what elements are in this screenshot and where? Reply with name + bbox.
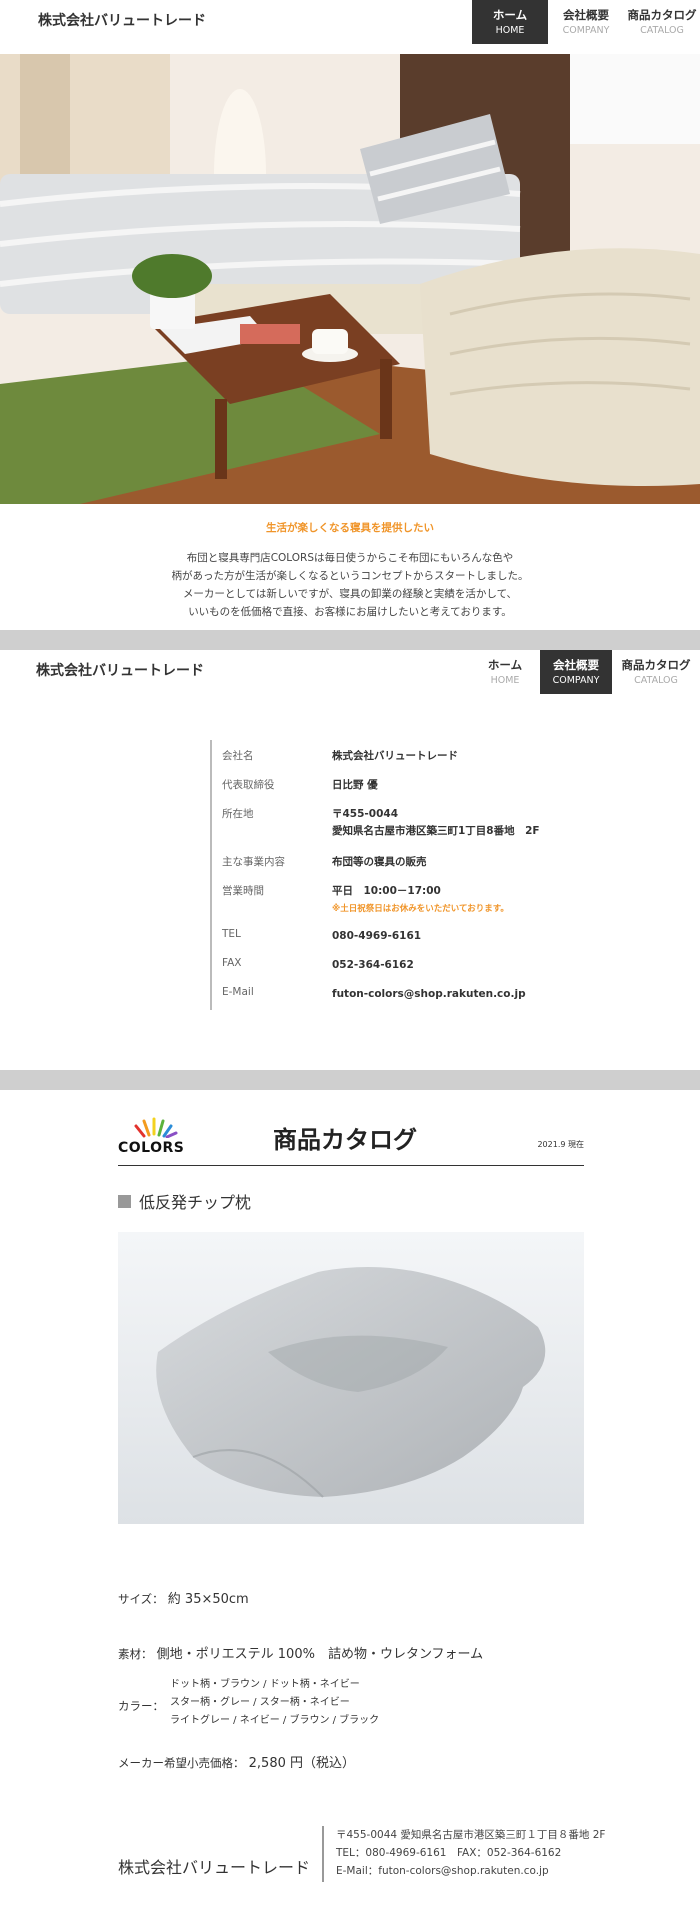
- row-key: 所在地: [222, 808, 254, 820]
- intro-line: 柄があった方が生活が楽しくなるというコンセプトからスタートしました。: [171, 570, 529, 582]
- nav-catalog[interactable]: 商品カタログ CATALOG: [612, 650, 700, 694]
- row-key: E-Mail: [222, 986, 254, 998]
- company-info-table: 会社名 株式会社バリュートレード 代表取締役 日比野 優 所在地 〒455-00…: [210, 740, 540, 1010]
- product-title: 低反発チップ枕: [118, 1189, 251, 1213]
- material-label: 素材：: [118, 1647, 153, 1661]
- bedroom-illustration: [0, 54, 700, 504]
- row-value: 株式会社バリュートレード: [332, 750, 458, 762]
- color-option: スター柄・グレー / スター柄・ネイビー: [170, 1697, 350, 1708]
- price-spec: メーカー希望小売価格： 2,580 円（税込）: [118, 1752, 355, 1771]
- intro-text: 布団と寝具専門店COLORSは毎日使うからこそ布団にもいろんな色や 柄があった方…: [0, 549, 700, 621]
- row-value: 日比野 優: [332, 779, 378, 791]
- nav-home[interactable]: ホーム HOME: [472, 0, 548, 44]
- color-label: カラー：: [118, 1699, 164, 1713]
- intro-section: 生活が楽しくなる寝具を提供したい 布団と寝具専門店COLORSは毎日使うからこそ…: [0, 504, 700, 630]
- postal-code: 〒455-0044: [332, 808, 398, 820]
- main-nav: ホーム HOME 会社概要 COMPANY 商品カタログ CATALOG: [470, 650, 700, 694]
- row-key: FAX: [222, 957, 242, 969]
- footer-email[interactable]: E-Mail：futon-colors@shop.rakuten.co.jp: [336, 1862, 605, 1880]
- nav-company-sublabel: COMPANY: [562, 25, 610, 36]
- nav-catalog-sublabel: CATALOG: [634, 675, 678, 686]
- main-nav: ホーム HOME 会社概要 COMPANY 商品カタログ CATALOG: [472, 0, 700, 44]
- nav-home-label: ホーム: [487, 658, 523, 672]
- nav-company[interactable]: 会社概要 COMPANY: [540, 650, 612, 694]
- nav-company-label: 会社概要: [553, 658, 599, 672]
- material-value: 側地・ポリエステル 100% 詰め物・ウレタンフォーム: [156, 1647, 484, 1662]
- catalog-title: 商品カタログ: [273, 1126, 417, 1154]
- footer-contact: 〒455-0044 愛知県名古屋市港区築三町１丁目８番地 2F TEL：080-…: [322, 1826, 605, 1882]
- nav-catalog-label: 商品カタログ: [621, 658, 691, 672]
- site-logo[interactable]: 株式会社バリュートレード: [38, 10, 206, 30]
- intro-line: 布団と寝具専門店COLORSは毎日使うからこそ布団にもいろんな色や: [186, 552, 514, 564]
- site-header: 株式会社バリュートレード ホーム HOME 会社概要 COMPANY 商品カタロ…: [0, 0, 700, 54]
- size-value: 約 35×50cm: [167, 1592, 249, 1607]
- site-logo[interactable]: 株式会社バリュートレード: [36, 660, 204, 680]
- price-value: 2,580 円（税込）: [248, 1756, 355, 1771]
- nav-home-sublabel: HOME: [495, 25, 525, 36]
- size-label: サイズ：: [118, 1592, 164, 1606]
- business-hours: 平日 10:00－17:00: [332, 885, 441, 897]
- square-bullet-icon: [118, 1194, 131, 1208]
- row-key: 会社名: [222, 750, 254, 762]
- nav-company[interactable]: 会社概要 COMPANY: [548, 0, 624, 44]
- intro-line: いいものを低価格で直接、お客様にお届けしたいと考えております。: [188, 606, 512, 618]
- nav-home[interactable]: ホーム HOME: [470, 650, 540, 694]
- nav-company-sublabel: COMPANY: [552, 675, 600, 686]
- pillow-illustration: [118, 1232, 584, 1524]
- nav-catalog-label: 商品カタログ: [627, 8, 697, 22]
- row-value: 布団等の寝具の販売: [332, 856, 427, 868]
- color-options: ドット柄・ブラウン / ドット柄・ネイビー スター柄・グレー / スター柄・ネイ…: [170, 1676, 379, 1730]
- company-header: 株式会社バリュートレード ホーム HOME 会社概要 COMPANY 商品カタロ…: [0, 650, 700, 694]
- intro-line: メーカーとしては新しいですが、寝具の卸業の経験と実績を活かして、: [182, 588, 518, 600]
- color-option: ドット柄・ブラウン / ドット柄・ネイビー: [170, 1679, 360, 1690]
- row-value: 平日 10:00－17:00 ※土日祝祭日はお休みをいただいております。: [332, 883, 509, 918]
- intro-title: 生活が楽しくなる寝具を提供したい: [266, 522, 434, 534]
- footer-address: 〒455-0044 愛知県名古屋市港区築三町１丁目８番地 2F: [336, 1829, 606, 1841]
- colors-logo: COLORS: [118, 1116, 190, 1160]
- price-label: メーカー希望小売価格：: [118, 1756, 245, 1770]
- row-value: 080-4969-6161: [332, 930, 422, 942]
- row-key: TEL: [222, 928, 241, 940]
- nav-home-label: ホーム: [492, 8, 528, 22]
- holiday-note: ※土日祝祭日はお休みをいただいております。: [332, 904, 509, 914]
- row-key: 代表取締役: [222, 779, 275, 791]
- site-footer: 株式会社バリュートレード 〒455-0044 愛知県名古屋市港区築三町１丁目８番…: [0, 1826, 700, 1910]
- colors-logo-text: COLORS: [118, 1140, 185, 1156]
- hero-image: [0, 54, 700, 504]
- size-spec: サイズ： 約 35×50cm: [118, 1588, 249, 1607]
- product-image: [118, 1232, 584, 1524]
- rainbow-icon: [134, 1117, 178, 1138]
- nav-catalog[interactable]: 商品カタログ CATALOG: [624, 0, 700, 44]
- row-value[interactable]: futon-colors@shop.rakuten.co.jp: [332, 986, 526, 1003]
- nav-catalog-sublabel: CATALOG: [640, 25, 684, 36]
- footer-company-name: 株式会社バリュートレード: [118, 1858, 311, 1877]
- catalog-header: COLORS 商品カタログ 2021.9 現在: [118, 1112, 584, 1166]
- material-spec: 素材： 側地・ポリエステル 100% 詰め物・ウレタンフォーム: [118, 1643, 483, 1662]
- product-name: 低反発チップ枕: [139, 1193, 252, 1212]
- nav-company-label: 会社概要: [563, 8, 609, 22]
- color-option: ライトグレー / ネイビー / ブラウン / ブラック: [170, 1715, 380, 1726]
- nav-home-sublabel: HOME: [490, 675, 520, 686]
- footer-phone-fax: TEL：080-4969-6161 FAX：052-364-6162: [336, 1847, 562, 1859]
- row-key: 主な事業内容: [222, 856, 285, 868]
- row-value: 052-364-6162: [332, 959, 414, 971]
- row-value: 〒455-0044 愛知県名古屋市港区築三町1丁目8番地 2F: [332, 806, 540, 840]
- address: 愛知県名古屋市港区築三町1丁目8番地 2F: [332, 825, 540, 837]
- section-divider: [0, 1070, 700, 1090]
- row-key: 営業時間: [222, 885, 264, 897]
- catalog-date: 2021.9 現在: [537, 1140, 584, 1149]
- section-divider: [0, 630, 700, 650]
